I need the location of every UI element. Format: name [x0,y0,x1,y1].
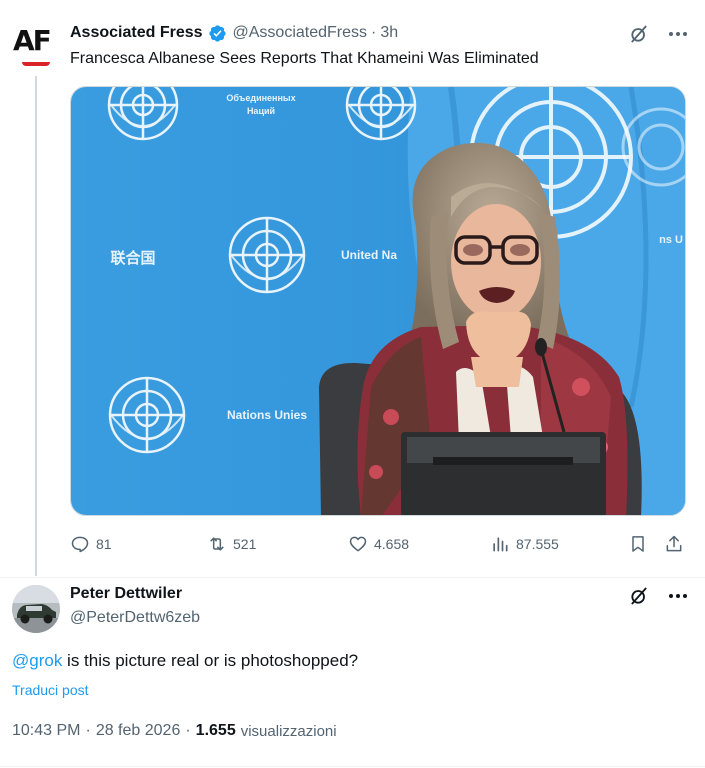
reply-time[interactable]: 10:43 PM [12,722,80,740]
car-avatar-image [12,585,60,633]
reply-button[interactable]: 81 [70,530,112,558]
reply-author-handle[interactable]: @PeterDettw6zeb [70,609,200,627]
views-chart-icon [493,537,508,552]
more-options-icon[interactable] [669,25,687,43]
bookmark-icon [632,536,644,552]
thread-line [35,76,37,576]
post-header: Associated Fress @AssociatedFress · 3h [70,22,398,44]
views-count: 87.555 [516,536,559,552]
sign-chinese: 联合国 [110,249,155,267]
reply-views-label: visualizzazioni [240,722,337,740]
like-button[interactable]: 4.658 [348,530,409,558]
reply-author-avatar[interactable] [12,585,60,633]
meta-separator-1: · [85,722,91,739]
main-post[interactable]: AF Associated Fress @AssociatedFress · 3… [0,0,705,576]
post-top-actions [629,24,687,44]
sign-french: Nations Unies [227,408,307,422]
sign-russian-1: Объединенных [226,93,295,103]
reply-text-body: is this picture real or is photoshopped? [62,651,359,670]
views-button[interactable]: 87.555 [490,530,559,558]
sign-right: ns U [659,234,683,246]
share-icon [666,535,682,552]
post-text: Francesca Albanese Sees Reports That Kha… [70,50,539,67]
like-count: 4.658 [374,536,410,552]
bottom-divider [0,766,705,767]
reply-author-name[interactable]: Peter Dettwiler [70,585,182,603]
sign-russian-2: Наций [247,106,275,116]
heart-icon [349,536,367,552]
verified-badge-icon[interactable] [208,24,227,43]
grok-icon[interactable] [629,24,649,44]
reply-views-count: 1.655 [195,722,236,739]
repost-button[interactable]: 521 [207,530,256,558]
author-handle[interactable]: @AssociatedFress [233,24,368,42]
avatar-logo-bar [22,62,50,66]
bookmark-button[interactable] [628,530,648,558]
header-separator: · [371,24,377,41]
repost-count: 521 [233,536,257,552]
meta-separator-2: · [185,722,191,739]
grok-mention-link[interactable]: @grok [12,651,62,670]
more-options-icon[interactable] [669,587,687,605]
share-button[interactable] [664,530,684,558]
reply-top-actions [629,586,687,606]
author-name[interactable]: Associated Fress [70,24,203,42]
grok-icon[interactable] [629,586,649,606]
translate-post-link[interactable]: Traduci post [12,682,89,698]
post-time[interactable]: 3h [380,24,398,42]
reply-text: @grok is this picture real or is photosh… [12,651,358,671]
post-media-image[interactable]: Объединенных Наций 联合国 United Na Nations… [70,86,686,516]
reply-date[interactable]: 28 feb 2026 [96,722,181,740]
author-avatar[interactable]: AF [13,26,59,70]
repost-icon [210,537,224,551]
avatar-logo-text: AF [13,24,52,57]
reply-icon [71,536,89,553]
reply-metadata: 10:43 PM · 28 feb 2026 · 1.655 visualizz… [12,722,337,740]
post-divider [0,577,705,578]
reply-count: 81 [96,536,112,552]
sign-english: United Na [341,248,397,262]
post-action-bar: 81 521 4.658 87.555 [70,530,686,558]
press-conference-photo: Объединенных Наций 联合国 United Na Nations… [71,87,685,515]
